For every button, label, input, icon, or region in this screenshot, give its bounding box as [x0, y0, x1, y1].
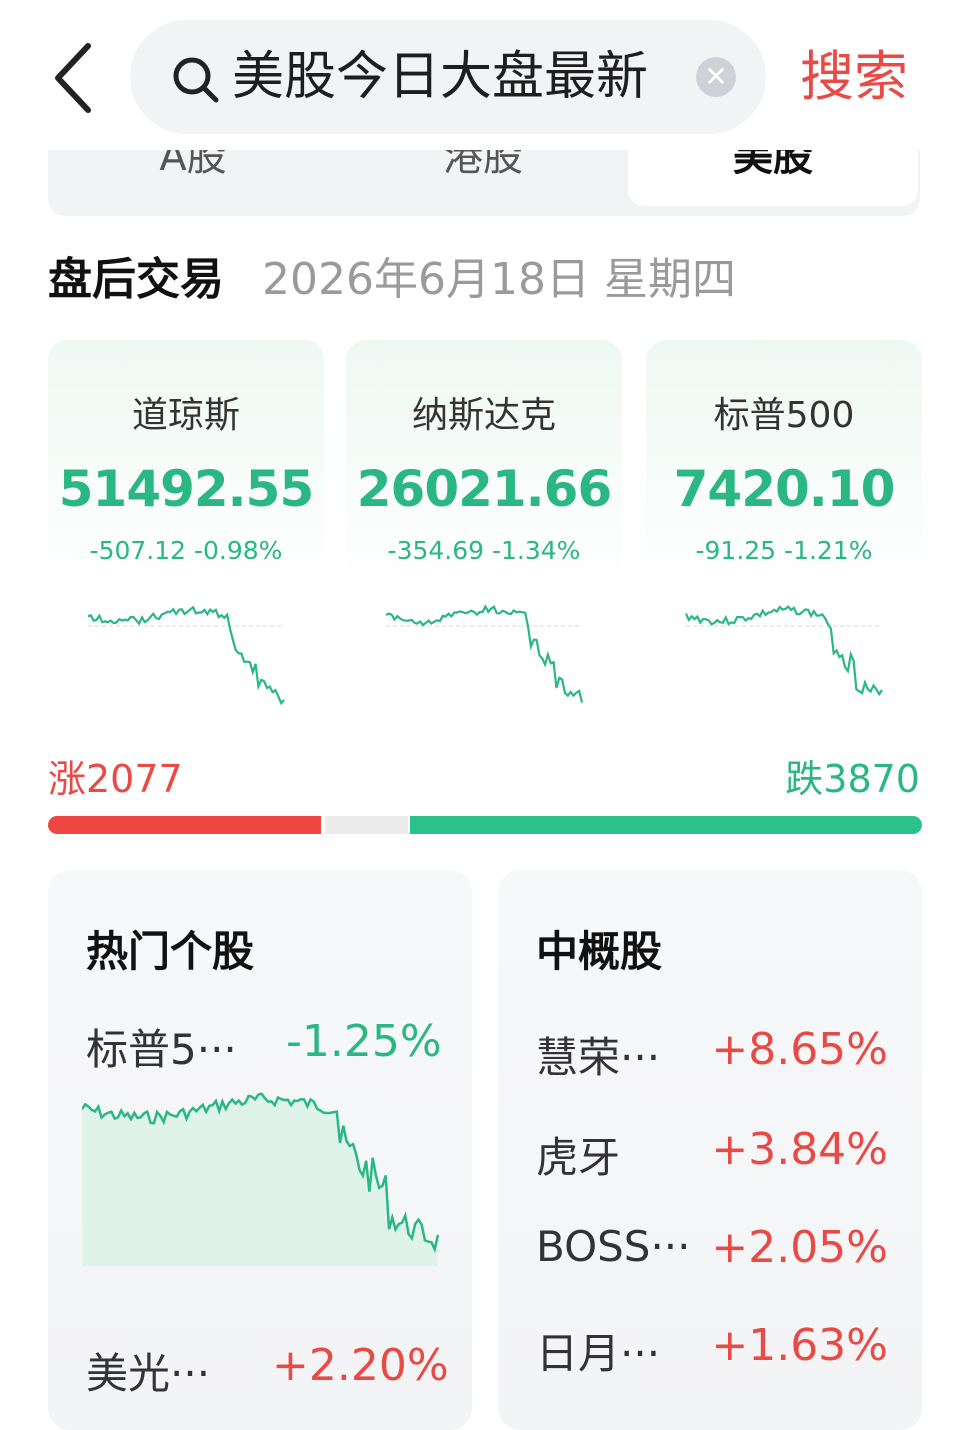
- index-sparkline: [385, 604, 584, 703]
- china-stock-name: 日月···: [536, 1329, 661, 1378]
- index-sparkline: [87, 605, 285, 706]
- china-stock-change: +2.05%: [711, 1222, 888, 1273]
- index-card-nasdaq[interactable]: 纳斯达克 26021.66 -354.69 -1.34%: [346, 340, 622, 703]
- index-value: 51492.55: [58, 460, 315, 518]
- search-input[interactable]: [232, 40, 664, 114]
- index-name: 纳斯达克: [411, 395, 556, 436]
- search-icon: [173, 57, 219, 103]
- index-card-sp500[interactable]: 标普500 7420.10 -91.25 -1.21%: [646, 340, 922, 697]
- china-concept-card[interactable]: 中概股 慧荣··· +8.65% 虎牙 +3.84% BOSS··· +2.05…: [498, 870, 922, 1430]
- advancers-bar: [48, 816, 321, 834]
- tab-hk-stocks[interactable]: 港股: [338, 150, 628, 206]
- china-stock-change: +8.65%: [711, 1024, 888, 1075]
- index-value: 26021.66: [356, 460, 613, 518]
- china-stock-name: 虎牙: [536, 1133, 621, 1182]
- section-title: 盘后交易: [48, 254, 224, 305]
- china-stock-row[interactable]: 慧荣··· +8.65%: [536, 1024, 888, 1084]
- index-change-percent: -0.98%: [194, 536, 283, 565]
- china-stock-change: +3.84%: [711, 1124, 888, 1175]
- hot-stock-chart: [82, 1092, 440, 1266]
- china-stock-row[interactable]: 日月··· +1.63%: [536, 1320, 888, 1380]
- market-breadth-bar: [48, 816, 922, 834]
- hot-stock-name[interactable]: 美光···: [86, 1340, 210, 1401]
- index-card-dow[interactable]: 道琼斯 51492.55 -507.12 -0.98%: [48, 340, 324, 706]
- search-bar[interactable]: ✕: [130, 20, 766, 134]
- index-name: 标普500: [713, 395, 855, 436]
- china-stock-name: 慧荣···: [536, 1033, 661, 1082]
- china-concept-title: 中概股: [536, 927, 663, 976]
- index-change-percent: -1.34%: [492, 536, 581, 565]
- china-stock-name: BOSS···: [536, 1222, 691, 1271]
- china-stock-change: +1.63%: [711, 1320, 888, 1371]
- index-change: -354.69 -1.34%: [346, 536, 622, 565]
- index-change: -507.12 -0.98%: [48, 536, 324, 565]
- index-change-points: -91.25: [695, 536, 777, 565]
- decliners-count: 跌3870: [785, 757, 920, 801]
- index-change-points: -507.12: [89, 536, 187, 565]
- clear-icon[interactable]: ✕: [696, 57, 736, 97]
- sparkline-path: [87, 605, 285, 706]
- china-stock-row[interactable]: 虎牙 +3.84%: [536, 1124, 888, 1184]
- index-change-points: -354.69: [387, 536, 485, 565]
- back-button[interactable]: [48, 40, 100, 116]
- tab-us-stocks[interactable]: 美股: [628, 150, 918, 206]
- sparkline-path: [684, 605, 883, 697]
- index-change-percent: -1.21%: [784, 536, 873, 565]
- hot-stock-change: -1.25%: [286, 1016, 442, 1067]
- decliners-bar: [410, 816, 922, 834]
- chevron-left-icon: [55, 43, 91, 113]
- index-name: 道琼斯: [131, 395, 240, 436]
- search-button[interactable]: 搜索: [800, 44, 908, 110]
- hot-stock-name[interactable]: 标普5···: [86, 1016, 237, 1077]
- index-change: -91.25 -1.21%: [646, 536, 922, 565]
- china-stock-row[interactable]: BOSS··· +2.05%: [536, 1222, 888, 1282]
- tab-a-share[interactable]: A股: [48, 150, 338, 206]
- trading-date: 2026年6月18日 星期四: [262, 254, 736, 305]
- hot-stocks-title: 热门个股: [86, 927, 255, 976]
- hot-stocks-card[interactable]: 热门个股 标普5··· -1.25% 美光··· +2.20%: [48, 870, 472, 1430]
- market-tabs: A股 港股 美股: [48, 150, 920, 216]
- index-sparkline: [684, 605, 883, 697]
- index-value: 7420.10: [673, 460, 896, 518]
- sparkline-path: [385, 604, 584, 703]
- hot-stock-change: +2.20%: [272, 1340, 449, 1391]
- advancers-count: 涨2077: [48, 757, 183, 801]
- unchanged-bar: [325, 816, 408, 834]
